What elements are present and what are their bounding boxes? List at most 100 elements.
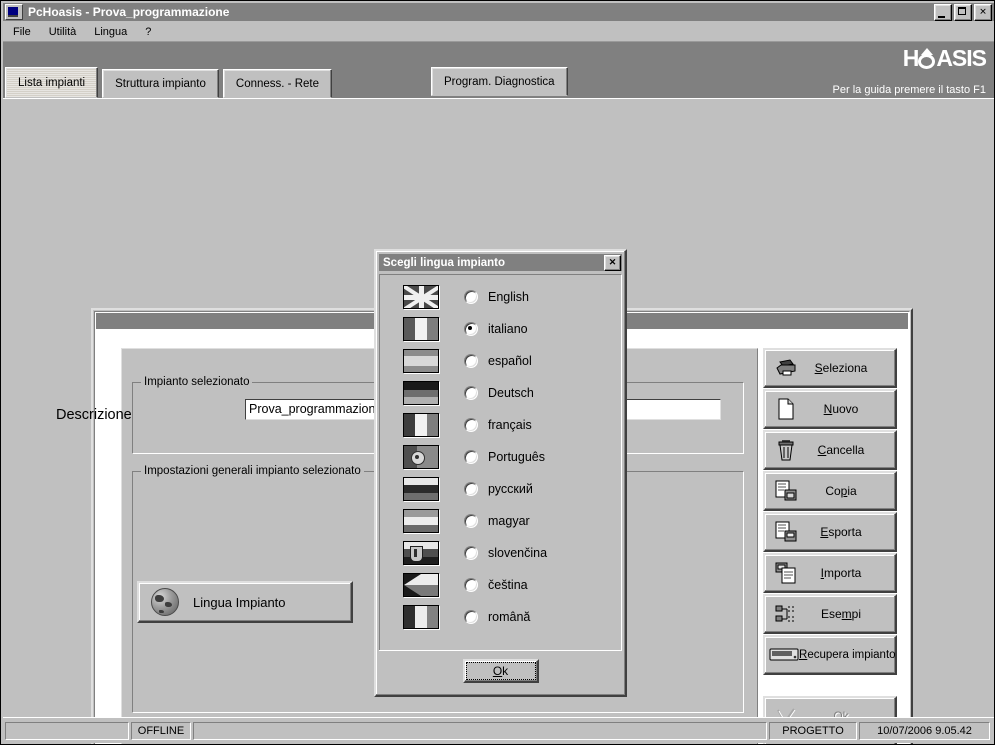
dialog-close-icon: ✕ (608, 257, 617, 267)
maximize-button[interactable] (954, 3, 972, 21)
menu-item-help[interactable]: ? (137, 25, 159, 39)
recupera-impianto-button[interactable]: Recupera impianto (763, 635, 897, 675)
button-column-gap (763, 676, 897, 696)
window-title: PcHoasis - Prova_programmazione (28, 5, 230, 19)
dialog-title-bar: Scegli lingua impianto ✕ (379, 254, 622, 271)
esempi-button[interactable]: Esempi (763, 594, 897, 634)
language-label-english: English (488, 290, 529, 304)
importa-label: Importa (820, 566, 862, 580)
nuovo-label: Nuovo (823, 402, 859, 416)
language-option-english[interactable]: English (380, 281, 621, 313)
help-hint-text: Per la guida premere il tasto F1 (832, 84, 986, 96)
radio-cestina[interactable] (464, 578, 478, 592)
tab-bar-left: Lista impianti Struttura impianto Connes… (5, 67, 336, 98)
radio-slovencina[interactable] (464, 546, 478, 560)
lingua-impianto-label: Lingua Impianto (193, 594, 286, 610)
tab-bar-right: Program. Diagnostica (431, 67, 572, 96)
menu-item-utilita[interactable]: Utilità (41, 25, 85, 39)
radio-portugues[interactable] (464, 450, 478, 464)
seleziona-button[interactable]: Seleziona (763, 348, 897, 388)
language-label-slovencina: slovenčina (488, 546, 548, 560)
flag-uk-icon (403, 285, 439, 309)
flag-czech-icon (403, 573, 439, 597)
dialog-title: Scegli lingua impianto (383, 256, 506, 269)
radio-magyar[interactable] (464, 514, 478, 528)
esporta-label: Esporta (820, 525, 862, 539)
language-list: English italiano español Deutsch françai… (379, 274, 622, 651)
minimize-button[interactable] (934, 3, 952, 21)
device-icon (769, 642, 799, 668)
house-o-icon (916, 47, 938, 70)
radio-espanol[interactable] (464, 354, 478, 368)
radio-romana[interactable] (464, 610, 478, 624)
copy-icon (773, 478, 799, 504)
dialog-ok-label: Ok (492, 664, 509, 678)
dialog-ok-button[interactable]: Ok (462, 659, 539, 683)
recupera-impianto-label: Recupera impianto (799, 649, 896, 661)
language-label-romana: română (488, 610, 531, 624)
menu-bar: File Utilità Lingua ? (3, 22, 994, 42)
application-window: PcHoasis - Prova_programmazione ✕ File U… (0, 0, 995, 745)
copia-button[interactable]: Copia (763, 471, 897, 511)
language-label-magyar: magyar (488, 514, 530, 528)
tab-program-diagnostica[interactable]: Program. Diagnostica (431, 67, 568, 96)
status-cell-message (193, 721, 767, 740)
language-option-cestina[interactable]: čeština (380, 569, 621, 601)
language-option-francais[interactable]: français (380, 409, 621, 441)
flag-hungary-icon (403, 509, 439, 533)
language-option-romana[interactable]: română (380, 601, 621, 633)
client-area: Impianto selezionato Impostazioni genera… (3, 98, 994, 744)
language-option-italiano[interactable]: italiano (380, 313, 621, 345)
radio-english[interactable] (464, 290, 478, 304)
descrizione-label: Descrizione (56, 407, 132, 423)
printer-icon (773, 355, 799, 381)
status-cell-project: PROGETTO (769, 721, 857, 740)
tab-lista-impianti[interactable]: Lista impianti (5, 67, 99, 98)
radio-deutsch[interactable] (464, 386, 478, 400)
radio-francais[interactable] (464, 418, 478, 432)
group-impianto-selezionato-label: Impianto selezionato (141, 376, 253, 388)
menu-item-file[interactable]: File (5, 25, 39, 39)
radio-russian[interactable] (464, 482, 478, 496)
tab-struttura-impianto[interactable]: Struttura impianto (102, 69, 219, 98)
action-button-column: Seleziona Nuovo Cancella Copia Esporta I… (763, 348, 897, 744)
language-dialog: Scegli lingua impianto ✕ English italian… (374, 249, 627, 697)
export-icon (773, 519, 799, 545)
language-option-portugues[interactable]: Português (380, 441, 621, 473)
import-icon (773, 560, 799, 586)
language-label-espanol: español (488, 354, 532, 368)
hoasis-logo: H ASIS (903, 45, 987, 72)
language-option-espanol[interactable]: español (380, 345, 621, 377)
cancella-button[interactable]: Cancella (763, 430, 897, 470)
language-option-magyar[interactable]: magyar (380, 505, 621, 537)
esporta-button[interactable]: Esporta (763, 512, 897, 552)
globe-icon (151, 588, 179, 616)
language-option-russian[interactable]: русский (380, 473, 621, 505)
language-option-deutsch[interactable]: Deutsch (380, 377, 621, 409)
seleziona-label: Seleziona (814, 361, 868, 375)
esempi-label: Esempi (820, 607, 862, 621)
window-title-bar: PcHoasis - Prova_programmazione ✕ (3, 3, 994, 21)
radio-italiano[interactable] (464, 322, 478, 336)
language-option-slovencina[interactable]: slovenčina (380, 537, 621, 569)
samples-icon (773, 601, 799, 627)
close-icon: ✕ (979, 6, 987, 17)
tab-conness-rete[interactable]: Conness. - Rete (222, 69, 332, 98)
dialog-close-button[interactable]: ✕ (604, 254, 621, 271)
menu-item-lingua[interactable]: Lingua (86, 25, 135, 39)
lingua-impianto-button[interactable]: Lingua Impianto (137, 581, 353, 623)
flag-germany-icon (403, 381, 439, 405)
flag-russia-icon (403, 477, 439, 501)
importa-button[interactable]: Importa (763, 553, 897, 593)
status-bar: OFFLINE PROGETTO 10/07/2006 9.05.42 (3, 717, 994, 743)
status-cell-connection: OFFLINE (131, 721, 191, 740)
language-label-deutsch: Deutsch (488, 386, 534, 400)
nuovo-button[interactable]: Nuovo (763, 389, 897, 429)
language-label-russian: русский (488, 482, 533, 496)
close-button[interactable]: ✕ (974, 3, 992, 21)
copia-label: Copia (825, 484, 857, 498)
status-cell-datetime: 10/07/2006 9.05.42 (859, 721, 990, 740)
flag-spain-icon (403, 349, 439, 373)
language-label-italiano: italiano (488, 322, 528, 336)
window-controls: ✕ (934, 3, 992, 21)
